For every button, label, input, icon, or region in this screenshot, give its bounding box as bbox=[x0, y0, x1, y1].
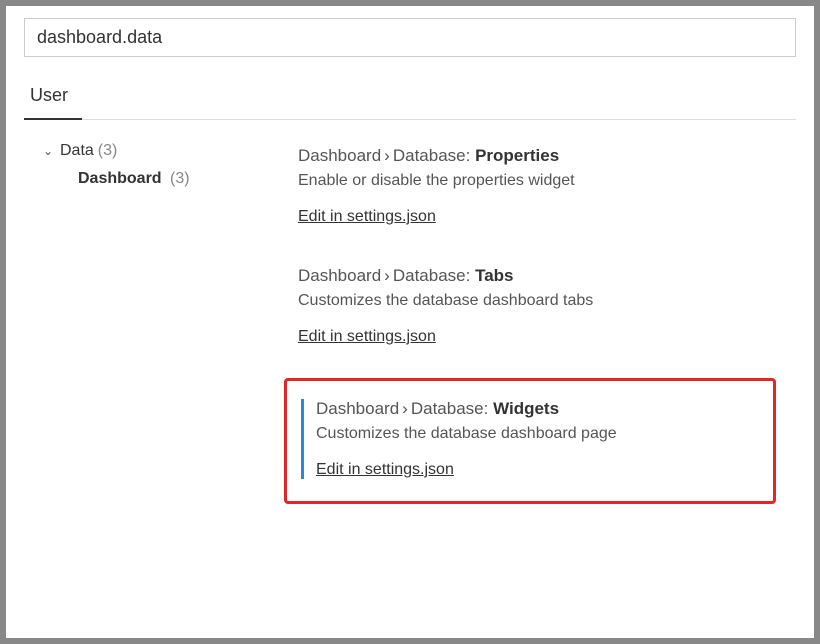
setting-title: Dashboard›Database: Tabs bbox=[298, 266, 776, 286]
settings-tabs: User bbox=[24, 75, 796, 120]
tree-item-label: Dashboard bbox=[78, 170, 162, 187]
tree-item-dashboard[interactable]: Dashboard (3) bbox=[40, 164, 284, 188]
edit-in-settings-json-link[interactable]: Edit in settings.json bbox=[316, 461, 454, 478]
tree-item-count: (3) bbox=[98, 142, 118, 160]
setting-description: Customizes the database dashboard page bbox=[316, 425, 755, 443]
setting-item-properties: Dashboard›Database: Properties Enable or… bbox=[284, 138, 776, 252]
setting-description: Customizes the database dashboard tabs bbox=[298, 292, 776, 310]
tab-user[interactable]: User bbox=[24, 75, 82, 120]
settings-search-input[interactable] bbox=[24, 18, 796, 57]
chevron-down-icon: ⌄ bbox=[40, 144, 56, 158]
setting-title: Dashboard›Database: Widgets bbox=[316, 399, 755, 419]
setting-description: Enable or disable the properties widget bbox=[298, 172, 776, 190]
tree-item-count: (3) bbox=[170, 170, 190, 187]
edit-in-settings-json-link[interactable]: Edit in settings.json bbox=[298, 208, 436, 225]
setting-item-tabs: Dashboard›Database: Tabs Customizes the … bbox=[284, 258, 776, 372]
setting-item-widgets: Dashboard›Database: Widgets Customizes t… bbox=[284, 378, 776, 504]
settings-tree: ⌄ Data (3) Dashboard (3) bbox=[24, 138, 284, 510]
setting-title: Dashboard›Database: Properties bbox=[298, 146, 776, 166]
tree-item-data[interactable]: ⌄ Data (3) bbox=[40, 138, 284, 164]
settings-list: Dashboard›Database: Properties Enable or… bbox=[284, 138, 796, 510]
tree-item-label: Data bbox=[60, 142, 94, 160]
edit-in-settings-json-link[interactable]: Edit in settings.json bbox=[298, 328, 436, 345]
